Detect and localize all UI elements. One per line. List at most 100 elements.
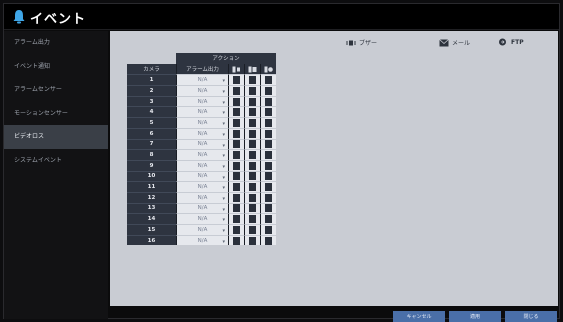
buzzer-checkbox[interactable] — [233, 151, 240, 160]
sidebar-item[interactable]: システムイベント — [4, 149, 108, 173]
email-checkbox[interactable] — [249, 118, 256, 127]
buzzer-checkbox[interactable] — [233, 86, 240, 95]
buzzer-checkbox[interactable] — [233, 129, 240, 138]
alarm-output-select[interactable]: N/A ▾ — [176, 181, 228, 192]
ftp-checkbox[interactable] — [265, 236, 272, 245]
buzzer-checkbox[interactable] — [233, 172, 240, 181]
buzzer-checkbox[interactable] — [233, 236, 240, 245]
ftp-checkbox-cell — [260, 170, 276, 182]
email-column-header[interactable] — [244, 63, 260, 75]
page-title: イベント — [30, 12, 87, 27]
ftp-checkbox-cell — [260, 74, 276, 86]
email-checkbox[interactable] — [249, 225, 256, 234]
email-checkbox[interactable] — [249, 140, 256, 149]
buzzer-checkbox[interactable] — [233, 193, 240, 202]
buzzer-checkbox[interactable] — [233, 161, 240, 170]
alarm-output-select[interactable]: N/A ▾ — [176, 191, 228, 203]
email-checkbox-icon — [248, 66, 257, 73]
camera-number: 10 — [127, 170, 176, 182]
alarm-output-select[interactable]: N/A ▾ — [176, 95, 228, 107]
buzzer-checkbox[interactable] — [233, 204, 240, 213]
alarm-output-select[interactable]: N/A ▾ — [176, 202, 228, 214]
alarm-output-select[interactable]: N/A ▾ — [176, 213, 228, 224]
email-checkbox[interactable] — [249, 76, 256, 85]
ftp-checkbox[interactable] — [265, 97, 272, 106]
email-checkbox[interactable] — [249, 183, 256, 192]
ftp-checkbox[interactable] — [265, 215, 272, 224]
alarm-output-value: N/A — [197, 119, 208, 126]
alarm-output-select[interactable]: N/A ▾ — [176, 85, 228, 96]
buzzer-checkbox-cell — [228, 191, 244, 203]
ftp-checkbox-cell — [260, 149, 276, 160]
ftp-checkbox[interactable] — [265, 183, 272, 192]
chevron-down-icon: ▾ — [222, 99, 225, 106]
video-loss-table: アクション カメラ アラーム出力 1 N/A ▾ 2 N/A ▾ 3 N/A ▾… — [127, 53, 276, 246]
buzzer-column-header[interactable] — [228, 63, 244, 75]
email-checkbox[interactable] — [249, 129, 256, 138]
ftp-checkbox[interactable] — [265, 161, 272, 170]
ftp-checkbox[interactable] — [265, 140, 272, 149]
alarm-output-select[interactable]: N/A ▾ — [176, 170, 228, 182]
buzzer-checkbox[interactable] — [233, 215, 240, 224]
alarm-output-select[interactable]: N/A ▾ — [176, 159, 228, 171]
buzzer-checkbox[interactable] — [233, 97, 240, 106]
sidebar-item[interactable]: モーションセンサー — [4, 102, 108, 126]
alarm-output-select[interactable]: N/A ▾ — [176, 224, 228, 235]
ftp-checkbox[interactable] — [265, 118, 272, 127]
ftp-checkbox[interactable] — [265, 108, 272, 117]
camera-number: 9 — [127, 159, 176, 171]
alarm-output-select[interactable]: N/A ▾ — [176, 138, 228, 150]
ftp-checkbox[interactable] — [265, 193, 272, 202]
ftp-checkbox-icon — [264, 66, 273, 73]
ftp-column-header[interactable] — [260, 63, 276, 75]
ftp-checkbox[interactable] — [265, 225, 272, 234]
cancel-button[interactable]: キャンセル — [393, 311, 445, 322]
ftp-checkbox[interactable] — [265, 76, 272, 85]
ftp-checkbox[interactable] — [265, 204, 272, 213]
sidebar-item[interactable]: ビデオロス — [4, 125, 108, 149]
email-checkbox[interactable] — [249, 151, 256, 160]
email-checkbox[interactable] — [249, 161, 256, 170]
alarm-output-value: N/A — [197, 77, 208, 84]
sidebar-item[interactable]: アラームセンサー — [4, 78, 108, 102]
ftp-checkbox[interactable] — [265, 86, 272, 95]
email-checkbox[interactable] — [249, 215, 256, 224]
email-checkbox[interactable] — [249, 236, 256, 245]
ftp-checkbox-cell — [260, 159, 276, 171]
buzzer-checkbox[interactable] — [233, 108, 240, 117]
email-checkbox[interactable] — [249, 204, 256, 213]
buzzer-checkbox[interactable] — [233, 183, 240, 192]
alarm-output-select[interactable]: N/A ▾ — [176, 74, 228, 86]
alarm-output-value: N/A — [197, 109, 208, 116]
chevron-down-icon: ▾ — [222, 78, 225, 85]
email-checkbox[interactable] — [249, 108, 256, 117]
sidebar-item[interactable]: アラーム出力 — [4, 31, 108, 55]
camera-number: 2 — [127, 85, 176, 96]
table-row: 1 N/A ▾ — [127, 74, 276, 86]
email-checkbox[interactable] — [249, 97, 256, 106]
alarm-output-select[interactable]: N/A ▾ — [176, 234, 228, 246]
apply-button[interactable]: 適用 — [449, 311, 501, 322]
buzzer-checkbox[interactable] — [233, 225, 240, 234]
email-checkbox[interactable] — [249, 172, 256, 181]
alarm-output-select[interactable]: N/A ▾ — [176, 106, 228, 118]
ftp-checkbox[interactable] — [265, 129, 272, 138]
buzzer-checkbox[interactable] — [233, 140, 240, 149]
ftp-checkbox-cell — [260, 106, 276, 118]
email-checkbox[interactable] — [249, 86, 256, 95]
alarm-output-select[interactable]: N/A ▾ — [176, 117, 228, 128]
ftp-checkbox-cell — [260, 181, 276, 192]
alarm-output-select[interactable]: N/A ▾ — [176, 127, 228, 139]
email-checkbox[interactable] — [249, 193, 256, 202]
buzzer-checkbox[interactable] — [233, 76, 240, 85]
buzzer-checkbox[interactable] — [233, 118, 240, 127]
ftp-checkbox[interactable] — [265, 172, 272, 181]
ftp-checkbox[interactable] — [265, 151, 272, 160]
alarm-output-select[interactable]: N/A ▾ — [176, 149, 228, 160]
sidebar-item[interactable]: イベント通知 — [4, 55, 108, 79]
buzzer-checkbox-cell — [228, 95, 244, 107]
ftp-icon — [499, 38, 506, 46]
table-row: 2 N/A ▾ — [127, 85, 276, 96]
ftp-checkbox-cell — [260, 95, 276, 107]
close-button[interactable]: 閉じる — [505, 311, 557, 322]
